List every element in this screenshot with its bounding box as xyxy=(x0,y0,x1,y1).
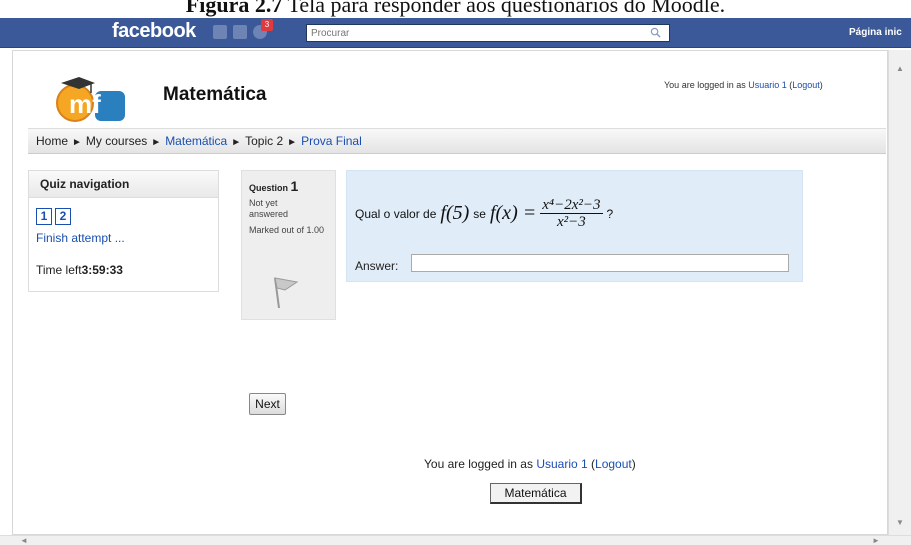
breadcrumb-separator-icon: ► xyxy=(287,137,298,148)
time-left: Time left3:59:33 xyxy=(36,263,123,277)
horizontal-scrollbar[interactable]: ◄ ► xyxy=(0,535,911,545)
caption-prefix: Figura 2.7 xyxy=(185,0,283,17)
login-prefix: You are logged in as xyxy=(664,80,749,90)
logout-close-paren: ) xyxy=(819,80,823,90)
vertical-scrollbar[interactable]: ▲ ▼ xyxy=(888,50,911,535)
question-state: Not yet answered xyxy=(249,198,289,219)
login-info-top: You are logged in as Usuario 1 (Logout) xyxy=(664,80,823,90)
finish-attempt-link[interactable]: Finish attempt ... xyxy=(36,231,125,245)
breadcrumb-separator-icon: ► xyxy=(72,137,82,148)
scroll-up-arrow-icon[interactable]: ▲ xyxy=(896,64,904,73)
facebook-search-box xyxy=(306,24,670,42)
question-content: Qual o valor de f(5) se f(x) = x⁴−2x²−3 … xyxy=(346,170,803,282)
notifications-globe-icon[interactable]: 3 xyxy=(253,19,273,39)
logo-text: mf xyxy=(69,89,101,119)
footer-login-prefix: You are logged in as xyxy=(424,457,537,471)
footer-logout-open-paren: ( xyxy=(587,457,596,471)
question-number: Question 1 xyxy=(249,178,335,194)
fraction-denominator: x²−3 xyxy=(556,214,586,230)
question-text: Qual o valor de f(5) se f(x) = x⁴−2x²−3 … xyxy=(355,197,613,230)
question-info: Question 1 Not yet answered Marked out o… xyxy=(241,170,336,320)
flag-question-icon[interactable] xyxy=(269,274,301,310)
user-link[interactable]: Usuario 1 xyxy=(748,80,787,90)
notification-badge: 3 xyxy=(261,19,273,31)
caption-text: Tela para responder aos questionários do… xyxy=(282,0,726,17)
quiz-navigation-title: Quiz navigation xyxy=(29,171,218,198)
moodle-site-logo[interactable]: mf xyxy=(49,73,133,125)
next-button[interactable]: Next xyxy=(249,393,286,415)
breadcrumb-separator-icon: ► xyxy=(231,137,242,148)
quiz-nav-question-2[interactable]: 2 xyxy=(55,208,71,225)
facebook-jewels: 3 xyxy=(213,19,273,39)
figure-caption: Figura 2.7 Tela para responder aos quest… xyxy=(0,0,911,18)
quiz-nav-question-1[interactable]: 1 xyxy=(36,208,52,225)
scroll-right-arrow-icon[interactable]: ► xyxy=(872,536,880,545)
friends-icon[interactable] xyxy=(213,25,227,39)
answer-input[interactable] xyxy=(411,254,789,272)
question-number-value: 1 xyxy=(290,178,299,194)
search-icon[interactable] xyxy=(650,27,661,38)
breadcrumb-quiz[interactable]: Prova Final xyxy=(301,134,362,148)
breadcrumb-course[interactable]: Matemática xyxy=(165,134,227,148)
breadcrumb-separator-icon: ► xyxy=(151,137,162,148)
facebook-home-link[interactable]: Página inic xyxy=(849,27,902,38)
scroll-left-arrow-icon[interactable]: ◄ xyxy=(20,536,28,545)
course-title: Matemática xyxy=(163,84,267,105)
facebook-search-input[interactable] xyxy=(307,25,637,42)
question-text-se: se xyxy=(473,206,486,221)
answer-label: Answer: xyxy=(355,259,399,273)
login-info-footer: You are logged in as Usuario 1 (Logout) xyxy=(424,457,636,471)
math-f5: f(5) xyxy=(440,202,470,224)
breadcrumb-home[interactable]: Home xyxy=(36,134,68,148)
quiz-navigation-buttons: 1 2 xyxy=(36,208,71,225)
quiz-navigation-block: Quiz navigation 1 2 Finish attempt ... T… xyxy=(28,170,219,292)
math-fx: f(x) = xyxy=(489,202,537,224)
breadcrumb-my-courses[interactable]: My courses xyxy=(86,134,147,148)
footer-logout-close-paren: ) xyxy=(631,457,636,471)
course-home-button[interactable]: Matemática xyxy=(490,483,582,504)
time-left-value: 3:59:33 xyxy=(81,263,123,277)
logout-link[interactable]: Logout xyxy=(792,80,820,90)
facebook-logo[interactable]: facebook xyxy=(112,20,196,43)
question-text-suffix: ? xyxy=(606,206,614,221)
math-fraction: x⁴−2x²−3 x²−3 xyxy=(540,197,603,230)
messages-icon[interactable] xyxy=(233,25,247,39)
footer-user-link[interactable]: Usuario 1 xyxy=(536,457,587,471)
question-marks: Marked out of 1.00 xyxy=(249,225,325,235)
breadcrumb: Home ► My courses ► Matemática ► Topic 2 ► Prova… xyxy=(28,128,886,154)
question-text-prefix: Qual o valor de xyxy=(355,206,437,221)
fraction-numerator: x⁴−2x²−3 xyxy=(540,197,603,214)
footer-logout-link[interactable]: Logout xyxy=(595,457,632,471)
scroll-down-arrow-icon[interactable]: ▼ xyxy=(896,518,904,527)
breadcrumb-topic[interactable]: Topic 2 xyxy=(245,134,283,148)
time-left-label: Time left xyxy=(36,263,82,277)
question-label: Question xyxy=(249,183,291,193)
facebook-topbar: facebook 3 Página inic xyxy=(0,18,911,48)
